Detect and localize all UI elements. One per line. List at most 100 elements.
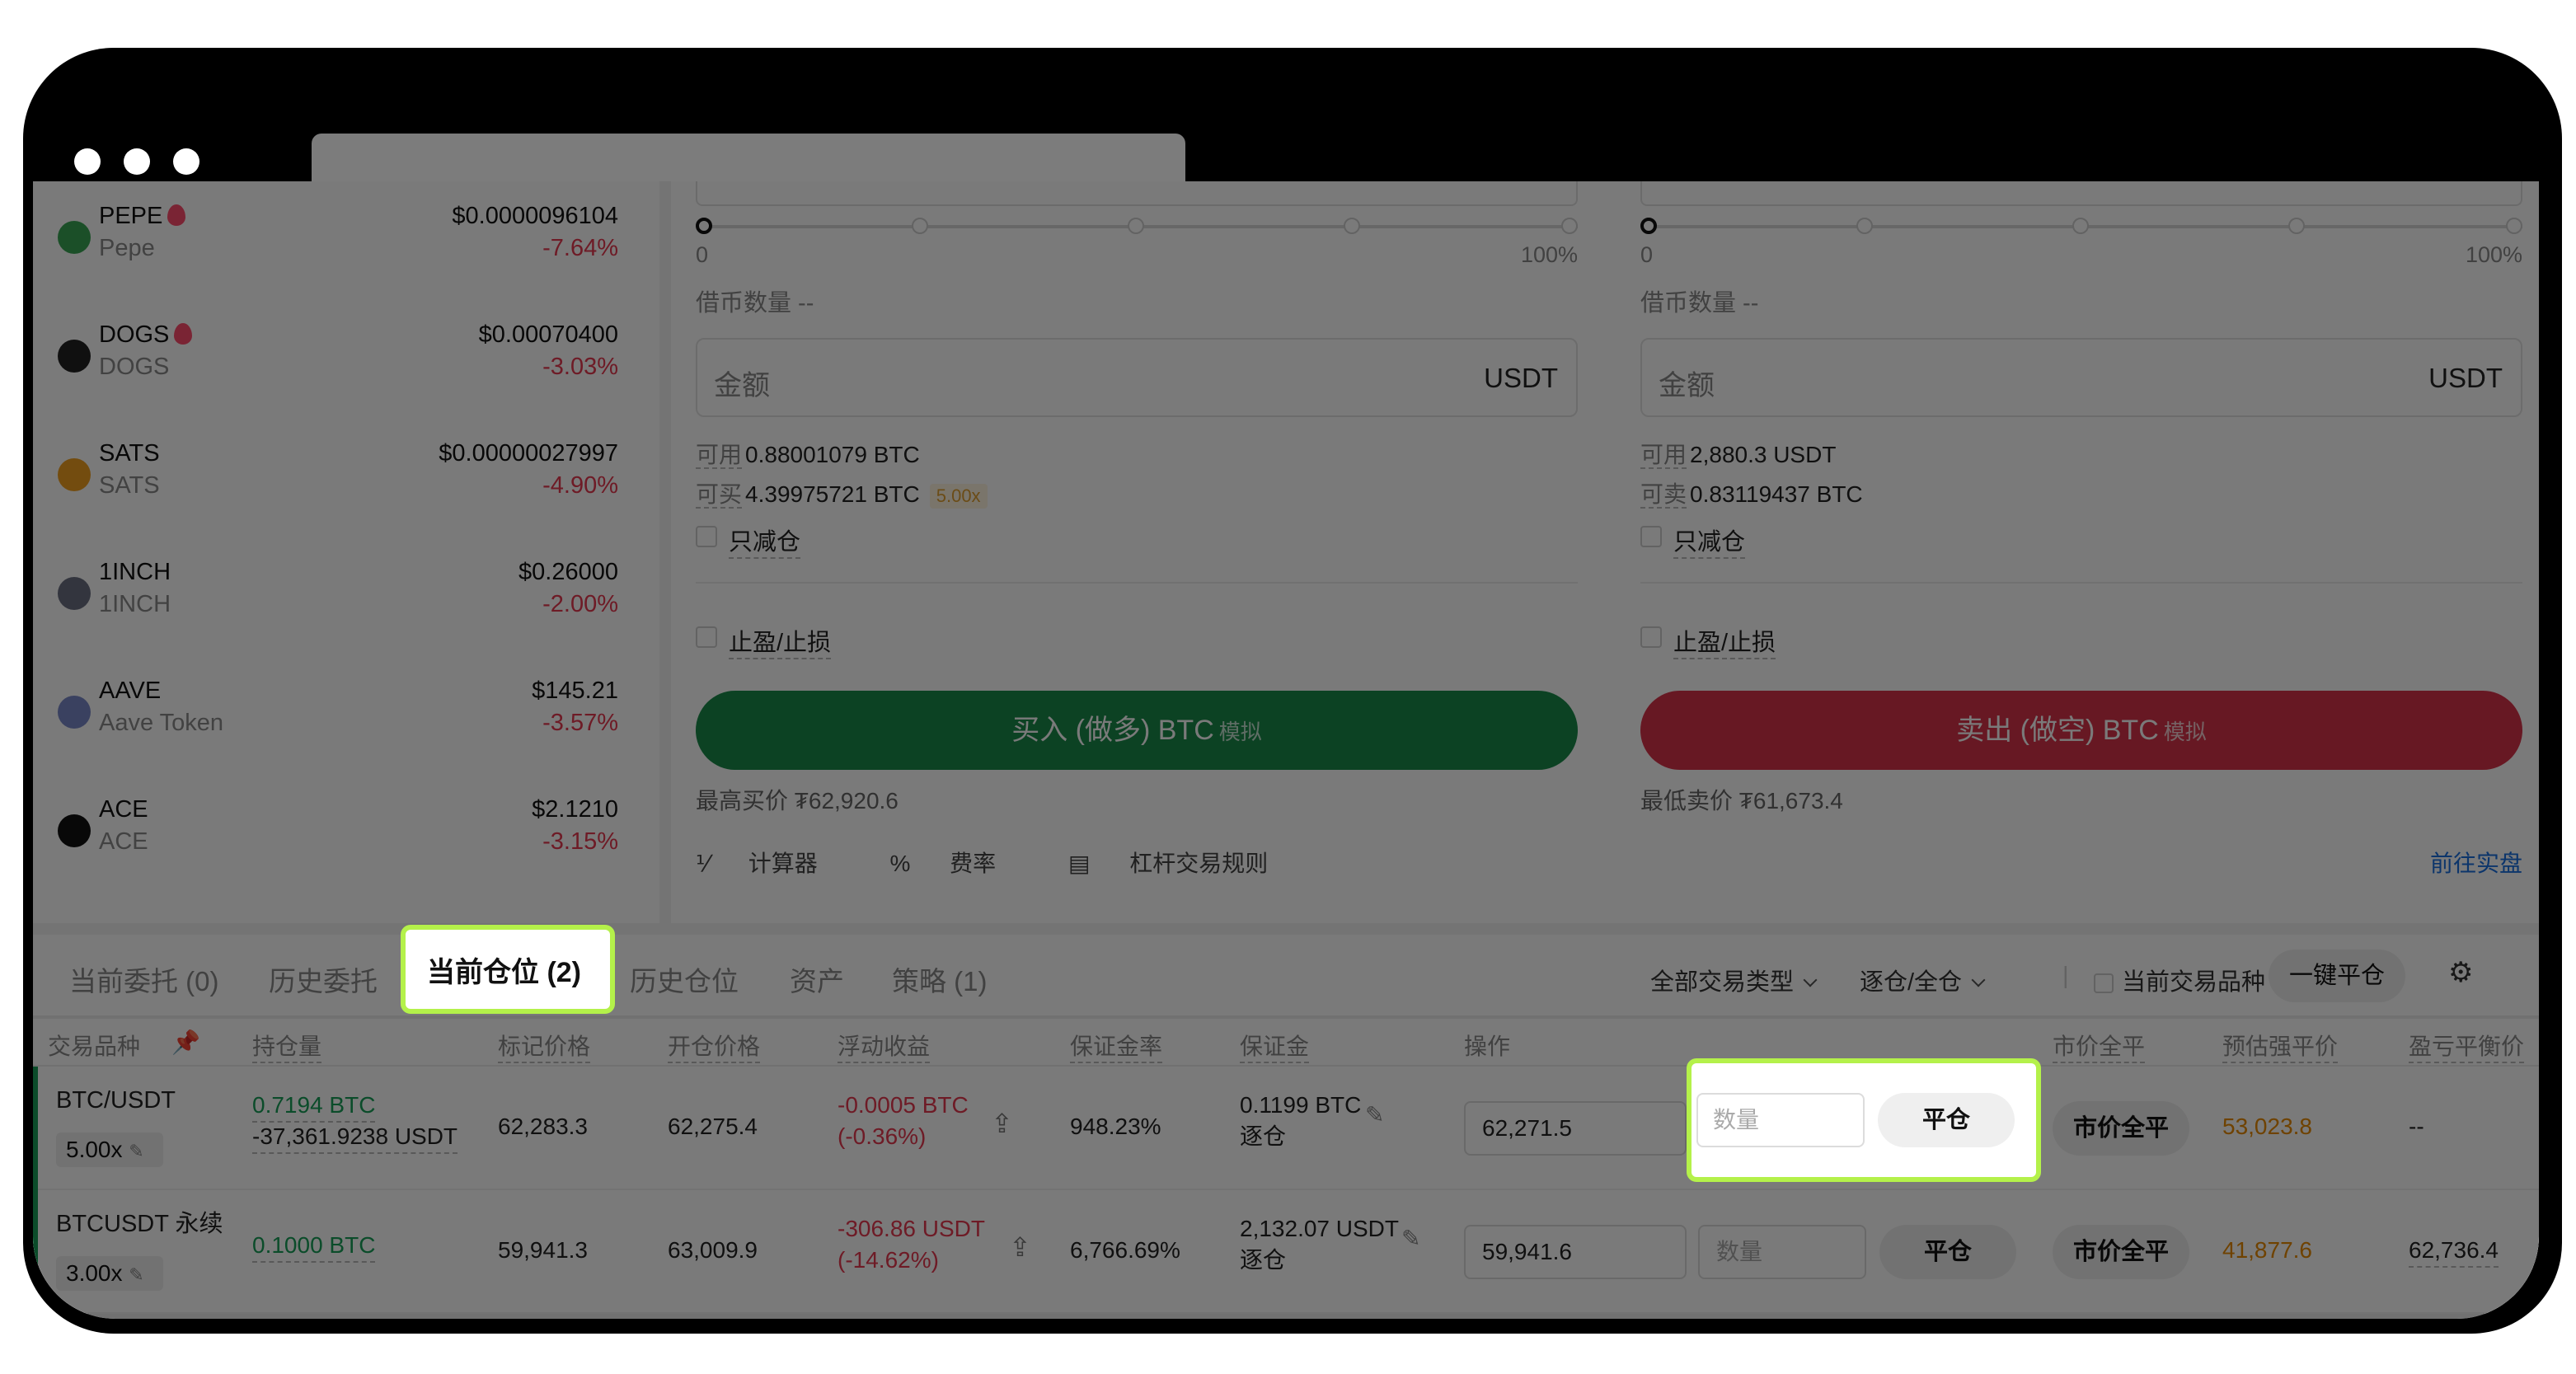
tab-position-history[interactable]: 历史仓位 <box>630 959 739 999</box>
coin-row-aave[interactable]: AAVE Aave Token $145.21 -3.57% <box>33 656 659 755</box>
pencil-icon[interactable]: ✎ <box>1365 1100 1384 1131</box>
coin-row-dogs[interactable]: DOGS DOGS $0.00070400 -3.03% <box>33 300 659 399</box>
sell-amount-slider[interactable] <box>1640 218 2522 234</box>
pin-icon[interactable]: 📌 <box>171 1029 200 1056</box>
rules-link[interactable]: ▤ 杠杆交易规则 <box>1068 851 1301 876</box>
leverage-button[interactable]: 3.00x ✎ <box>56 1256 163 1291</box>
tpsl-checkbox[interactable] <box>696 626 717 648</box>
close-price-input[interactable]: 62,271.5 <box>1464 1101 1687 1156</box>
pencil-icon[interactable]: ✎ <box>1401 1223 1420 1254</box>
close-qty-input[interactable]: 数量 <box>1698 1225 1866 1279</box>
coin-row-1inch[interactable]: 1INCH 1INCH $0.26000 -2.00% <box>33 537 659 636</box>
coin-name: SATS <box>99 472 160 499</box>
current-pair-filter[interactable]: 当前交易品种 <box>2094 963 2265 997</box>
reduce-only-checkbox[interactable] <box>1640 526 1662 547</box>
reduce-only-label[interactable]: 只减仓 <box>729 523 801 559</box>
close-qty-input[interactable]: 数量 <box>1696 1093 1865 1147</box>
available-balance: 可用 2,880.3 USDT <box>1640 437 1836 470</box>
margin-value: 0.1199 BTC <box>1240 1092 1362 1118</box>
slider-max: 100% <box>1520 242 1578 267</box>
margin-mode-filter[interactable]: 逐仓/全仓 <box>1860 963 1986 997</box>
available-value: 2,880.3 USDT <box>1690 442 1837 467</box>
table-row: BTC/USDT 5.00x ✎ 0.7194 BTC -37,361.9238… <box>33 1067 2539 1190</box>
slider-knob[interactable] <box>696 218 712 234</box>
borrow-amount: 借币数量 -- <box>696 290 814 317</box>
reduce-only-label[interactable]: 只减仓 <box>1673 523 1746 559</box>
price-input-edge[interactable] <box>696 181 1578 206</box>
col-unrealized-pnl: 浮动收益 <box>838 1029 931 1063</box>
size-base: 0.1000 BTC <box>252 1230 376 1263</box>
coin-list: PEPE Pepe $0.0000096104 -7.64% DOGS DOGS $0.00… <box>33 181 659 923</box>
reduce-only-checkbox[interactable] <box>696 526 717 547</box>
market-close-button[interactable]: 市价全平 <box>2053 1101 2189 1156</box>
slider-tick[interactable] <box>2288 218 2305 234</box>
slider-knob[interactable] <box>1640 218 1657 234</box>
current-pair-checkbox[interactable] <box>2094 973 2114 993</box>
slider-tick[interactable] <box>1344 218 1360 234</box>
slider-tick[interactable] <box>2506 218 2522 234</box>
sim-tag: 模拟 <box>1218 720 1262 744</box>
share-icon[interactable]: ⇪ <box>991 1108 1013 1139</box>
go-to-live-link[interactable]: 前往实盘 <box>2430 846 2522 879</box>
tab-order-history[interactable]: 历史委托 <box>269 959 378 999</box>
max-buy-value: 4.39975721 BTC <box>745 481 920 507</box>
coin-change: -3.15% <box>542 828 618 855</box>
coin-row-sats[interactable]: SATS SATS $0.00000027997 -4.90% <box>33 419 659 518</box>
close-position-button[interactable]: 平仓 <box>1879 1225 2016 1279</box>
1inch-icon <box>58 577 91 610</box>
price-input-edge[interactable] <box>1640 181 2522 206</box>
tpsl-label[interactable]: 止盈/止损 <box>1673 623 1776 659</box>
tab-assets[interactable]: 资产 <box>790 959 844 999</box>
settings-sliders-icon[interactable]: ⚙ <box>2448 956 2473 989</box>
slider-tick[interactable] <box>2072 218 2089 234</box>
tool-links: ⅟ 计算器 % 费率 ▤ 杠杆交易规则 <box>696 846 1334 879</box>
share-icon[interactable]: ⇪ <box>1009 1231 1031 1263</box>
close-price-input[interactable]: 59,941.6 <box>1464 1225 1687 1279</box>
sell-amount-input[interactable]: 金额 USDT <box>1640 338 2522 417</box>
slider-tick[interactable] <box>912 218 928 234</box>
tpsl-label[interactable]: 止盈/止损 <box>729 623 832 659</box>
coin-row-pepe[interactable]: PEPE Pepe $0.0000096104 -7.64% <box>33 181 659 280</box>
rules-label: 杠杆交易规则 <box>1129 851 1269 876</box>
tab-open-orders[interactable]: 当前委托 (0) <box>69 959 219 999</box>
order-panel: 0 100% 借币数量 -- 金额 USDT 可用 0.88001079 BTC … <box>671 181 2539 923</box>
margin-ratio: 948.23% <box>1070 1114 1161 1139</box>
slider-tick[interactable] <box>1856 218 1873 234</box>
slider-tick[interactable] <box>1128 218 1144 234</box>
highlight-positions-tab[interactable]: 当前仓位 (2) <box>401 925 615 1014</box>
market-close-button[interactable]: 市价全平 <box>2053 1225 2189 1279</box>
divider <box>659 181 671 923</box>
slider-tick[interactable] <box>1561 218 1578 234</box>
pnl-percent: (-0.36%) <box>838 1123 927 1149</box>
col-liq-price: 预估强平价 <box>2222 1029 2339 1063</box>
tab-strategies[interactable]: 策略 (1) <box>892 959 988 999</box>
coin-change: -4.90% <box>542 472 618 499</box>
size-quote: -37,361.9238 USDT <box>252 1121 458 1154</box>
trade-type-label: 全部交易类型 <box>1650 969 1795 996</box>
pencil-icon: ✎ <box>129 1264 144 1285</box>
fee-link[interactable]: % 费率 <box>889 851 1029 876</box>
chevron-down-icon <box>1803 973 1818 987</box>
coin-change: -2.00% <box>542 591 618 617</box>
buy-long-button[interactable]: 买入 (做多) BTC 模拟 <box>696 691 1578 770</box>
close-position-button[interactable]: 平仓 <box>1878 1093 2015 1147</box>
coin-name: 1INCH <box>99 591 171 617</box>
col-market-close: 市价全平 <box>2053 1029 2146 1063</box>
trade-type-filter[interactable]: 全部交易类型 <box>1650 963 1818 997</box>
close-all-button[interactable]: 一键平仓 <box>2269 950 2405 1002</box>
coin-symbol: AAVE <box>99 678 162 704</box>
sell-short-button[interactable]: 卖出 (做空) BTC 模拟 <box>1640 691 2522 770</box>
buy-form: 0 100% 借币数量 -- 金额 USDT 可用 0.88001079 BTC … <box>696 181 1578 923</box>
margin-mode: 逐仓 <box>1240 1123 1287 1149</box>
buy-amount-slider[interactable] <box>696 218 1578 234</box>
mark-price: 59,941.3 <box>498 1237 588 1263</box>
fire-icon <box>174 323 193 345</box>
calculator-link[interactable]: ⅟ 计算器 <box>696 851 851 876</box>
tpsl-checkbox[interactable] <box>1640 626 1662 648</box>
current-pair-label: 当前交易品种 <box>2122 969 2266 996</box>
buy-amount-input[interactable]: 金额 USDT <box>696 338 1578 417</box>
leverage-button[interactable]: 5.00x ✎ <box>56 1132 163 1167</box>
pair: BTC/USDT <box>56 1087 176 1114</box>
coin-row-ace[interactable]: ACE ACE $2.1210 -3.15% <box>33 775 659 874</box>
window-dot <box>173 148 199 175</box>
